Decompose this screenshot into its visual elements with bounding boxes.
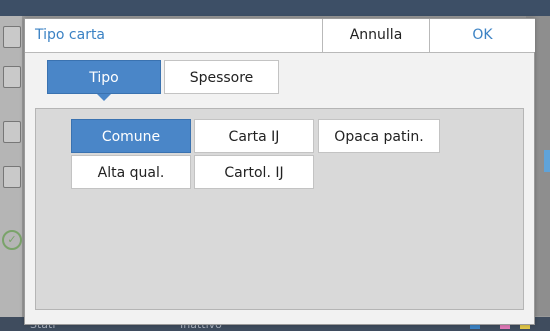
- paper-type-options-panel: Comune Carta IJ Opaca patin. Alta qual. …: [35, 108, 524, 310]
- tab-spessore[interactable]: Spessore: [164, 60, 279, 94]
- ok-button[interactable]: OK: [429, 19, 535, 52]
- selected-tab-pointer: [97, 94, 111, 101]
- background-document-icon: [3, 121, 21, 143]
- paper-type-dialog: Tipo carta Annulla OK Tipo Spessore Comu…: [24, 18, 535, 325]
- background-top-bar: [0, 0, 550, 16]
- background-check-icon: ✓: [2, 230, 22, 250]
- background-left-strip: ✓: [0, 16, 22, 331]
- dialog-title: Tipo carta: [35, 27, 106, 43]
- option-alta-qual[interactable]: Alta qual.: [71, 155, 191, 189]
- dialog-header: Tipo carta Annulla OK: [25, 19, 535, 53]
- background-document-icon: [3, 166, 21, 188]
- cancel-button[interactable]: Annulla: [322, 19, 429, 52]
- background-document-icon: [3, 66, 21, 88]
- tab-tipo[interactable]: Tipo: [47, 60, 161, 94]
- background-right-tab: [544, 150, 550, 172]
- background-document-icon: [3, 26, 21, 48]
- option-opaca-patin[interactable]: Opaca patin.: [318, 119, 440, 153]
- option-cartol-ij[interactable]: Cartol. IJ: [194, 155, 314, 189]
- option-comune[interactable]: Comune: [71, 119, 191, 153]
- option-carta-ij[interactable]: Carta IJ: [194, 119, 314, 153]
